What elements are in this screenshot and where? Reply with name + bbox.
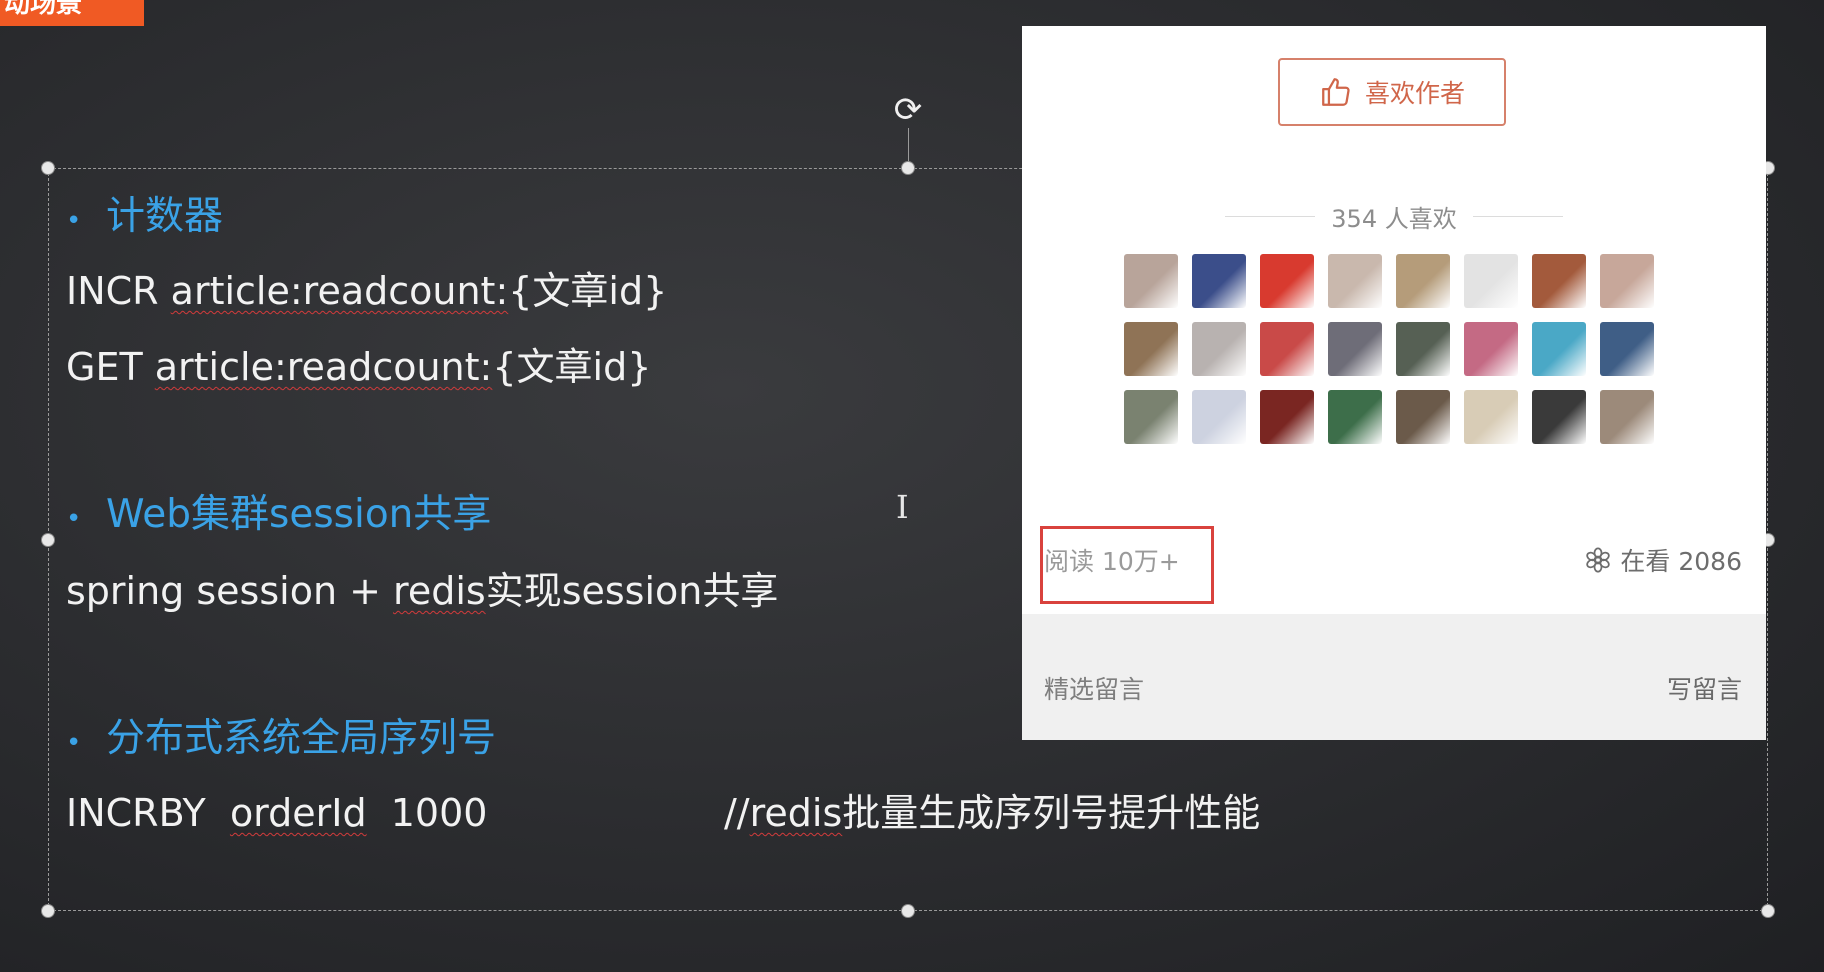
liker-avatar[interactable] — [1532, 322, 1586, 376]
likes-count: 354 人喜欢 — [1331, 204, 1457, 233]
code-suffix: {文章id} — [508, 269, 668, 313]
resize-handle-top[interactable] — [901, 161, 915, 175]
bullet-dot: • — [66, 504, 82, 534]
code-suffix: 1000 — [366, 791, 488, 835]
rotate-icon[interactable]: ⟳ — [890, 92, 926, 128]
liker-avatar[interactable] — [1260, 322, 1314, 376]
bullet-dot: • — [66, 728, 82, 758]
liker-avatar[interactable] — [1532, 390, 1586, 444]
code-suffix: 实现session共享 — [485, 569, 779, 613]
bullet-dot: • — [66, 206, 82, 236]
featured-comments-label: 精选留言 — [1044, 675, 1145, 704]
divider — [1472, 215, 1563, 217]
resize-handle-top-left[interactable] — [41, 161, 55, 175]
code-key: article:readcount: — [154, 345, 493, 389]
code-prefix: GET — [66, 345, 155, 389]
code-prefix: INCR — [66, 269, 171, 313]
bullet-heading-sequence: • 分布式系统全局序列号 — [66, 712, 496, 766]
liker-avatar[interactable] — [1600, 390, 1654, 444]
text-cursor-icon: I — [896, 488, 909, 526]
comment-key: redis — [749, 791, 843, 835]
liker-avatar-grid — [1124, 254, 1664, 444]
likes-count-row: 354 人喜欢 — [1022, 196, 1766, 236]
resize-handle-bottom-left[interactable] — [41, 904, 55, 918]
code-key: orderId — [229, 791, 367, 835]
liker-avatar[interactable] — [1396, 254, 1450, 308]
heading-text: 计数器 — [106, 194, 224, 239]
liker-avatar[interactable] — [1464, 322, 1518, 376]
liker-avatar[interactable] — [1260, 390, 1314, 444]
code-prefix: INCRBY — [66, 791, 230, 835]
heading-text: 分布式系统全局序列号 — [106, 716, 497, 761]
liker-avatar[interactable] — [1192, 322, 1246, 376]
liker-avatar[interactable] — [1396, 322, 1450, 376]
comment-prefix: // — [724, 791, 750, 835]
liker-avatar[interactable] — [1192, 254, 1246, 308]
liker-avatar[interactable] — [1192, 390, 1246, 444]
liker-avatar[interactable] — [1260, 254, 1314, 308]
code-key: article:readcount: — [170, 269, 509, 313]
heading-text: Web集群session共享 — [106, 492, 492, 537]
code-suffix: {文章id} — [492, 345, 652, 389]
code-key: redis — [393, 569, 486, 613]
write-comment-link[interactable]: 写留言 — [1667, 670, 1742, 706]
liker-avatar[interactable] — [1464, 390, 1518, 444]
comment-suffix: 批量生成序列号提升性能 — [842, 791, 1261, 835]
divider — [1225, 215, 1316, 217]
code-prefix: spring session + — [66, 569, 394, 613]
code-line-get: GET article:readcount:{文章id} — [66, 340, 651, 394]
resize-handle-bottom-right[interactable] — [1761, 904, 1775, 918]
article-stats-row: 阅读 10万+ 在看 2086 — [1022, 526, 1766, 604]
read-count: 阅读 10万+ — [1044, 547, 1180, 576]
liker-avatar[interactable] — [1396, 390, 1450, 444]
liker-avatar[interactable] — [1328, 254, 1382, 308]
liker-avatar[interactable] — [1124, 390, 1178, 444]
code-comment: //redis批量生成序列号提升性能 — [724, 786, 1260, 840]
code-line-incr: INCR article:readcount:{文章id} — [66, 264, 667, 318]
liker-avatar[interactable] — [1464, 254, 1518, 308]
like-author-button[interactable]: 喜欢作者 — [1278, 58, 1506, 126]
flower-icon — [1586, 547, 1611, 573]
watching-count: 在看 2086 — [1620, 547, 1742, 576]
resize-handle-bottom[interactable] — [901, 904, 915, 918]
liker-avatar[interactable] — [1328, 322, 1382, 376]
liker-avatar[interactable] — [1600, 322, 1654, 376]
like-button-label: 喜欢作者 — [1364, 79, 1465, 108]
liker-avatar[interactable] — [1532, 254, 1586, 308]
bullet-heading-counter: • 计数器 — [66, 190, 223, 244]
watching-button[interactable]: 在看 2086 — [1584, 542, 1742, 578]
liker-avatar[interactable] — [1124, 322, 1178, 376]
resize-handle-left[interactable] — [41, 533, 55, 547]
code-line-spring-session: spring session + redis实现session共享 — [66, 564, 778, 618]
article-screenshot-panel: 喜欢作者 354 人喜欢 阅读 10万+ 在看 2086 精选留言 写留言 — [1022, 26, 1766, 740]
code-line-incrby: INCRBY orderId 1000 — [66, 786, 487, 840]
comments-bar: 精选留言 写留言 — [1022, 614, 1766, 740]
corner-section-tab: 动场景 — [0, 0, 144, 26]
liker-avatar[interactable] — [1600, 254, 1654, 308]
liker-avatar[interactable] — [1124, 254, 1178, 308]
bullet-heading-session: • Web集群session共享 — [66, 488, 491, 542]
liker-avatar[interactable] — [1328, 390, 1382, 444]
corner-label: 动场景 — [4, 0, 83, 19]
thumbs-up-icon — [1322, 78, 1350, 106]
